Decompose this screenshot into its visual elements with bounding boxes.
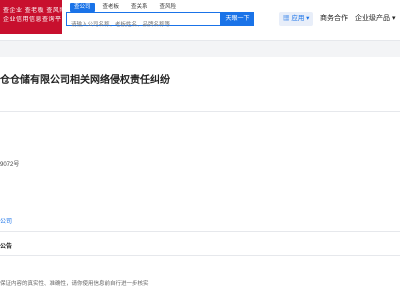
tab-boss[interactable]: 查老板 bbox=[99, 3, 124, 12]
case-number: 9072号 bbox=[0, 162, 20, 168]
nav-enterprise-label: 企业级产品 bbox=[355, 15, 390, 22]
notice-label: 公告 bbox=[0, 244, 13, 250]
section-divider bbox=[0, 255, 400, 256]
grid-icon: ▦ bbox=[283, 15, 290, 22]
site-logo[interactable]: 查企业 查老板 查风险 企业信用信息查询平台 bbox=[0, 0, 62, 34]
page-title: 仓仓储有限公司相关网络侵权责任纠纷 bbox=[0, 75, 170, 86]
nav-enterprise-products[interactable]: 企业级产品 ▾ bbox=[355, 14, 395, 24]
app-menu-button[interactable]: ▦ 应用 ▾ bbox=[279, 12, 314, 26]
chevron-down-icon: ▾ bbox=[391, 15, 396, 22]
footer-disclaimer: 保证内容的真实性、准确性，请你使用信息前自行进一步核实 bbox=[0, 281, 149, 287]
section-divider bbox=[0, 231, 400, 232]
search-tabs: 查公司 查老板 查关系 查风险 bbox=[70, 3, 180, 12]
top-header: 查企业 查老板 查风险 企业信用信息查询平台 查公司 查老板 查关系 查风险 天… bbox=[0, 0, 400, 41]
tab-relation[interactable]: 查关系 bbox=[127, 3, 152, 12]
tab-risk[interactable]: 查风险 bbox=[156, 3, 181, 12]
logo-line-1: 查企业 查老板 查风险 bbox=[3, 8, 62, 14]
search-box bbox=[66, 12, 225, 31]
nav-business-cooperation[interactable]: 商务合作 bbox=[320, 14, 348, 24]
app-menu-label: 应用 bbox=[291, 15, 305, 22]
search-input[interactable] bbox=[67, 19, 225, 31]
tab-company[interactable]: 查公司 bbox=[70, 3, 95, 12]
chevron-down-icon: ▾ bbox=[306, 15, 310, 22]
search-button[interactable]: 天眼一下 bbox=[221, 12, 254, 26]
company-link[interactable]: 公司 bbox=[0, 216, 12, 225]
logo-line-2: 企业信用信息查询平台 bbox=[3, 17, 62, 23]
section-divider bbox=[0, 111, 400, 112]
main-content: 仓仓储有限公司相关网络侵权责任纠纷 9072号 公司 公告 bbox=[0, 57, 400, 300]
